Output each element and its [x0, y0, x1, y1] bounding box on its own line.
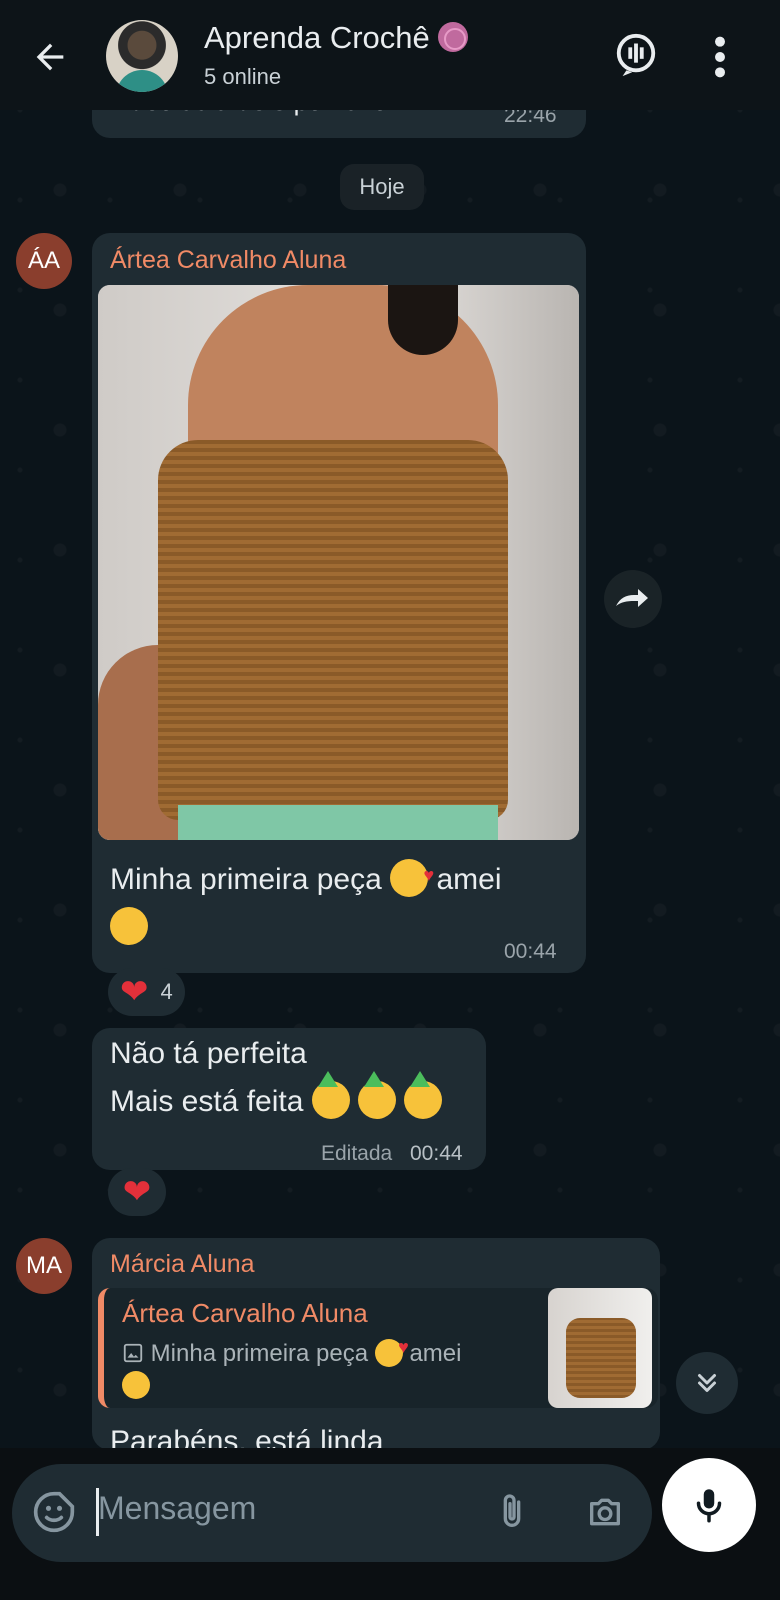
pleading-face-emoji-icon — [110, 907, 148, 945]
smiling-hearts-emoji-icon — [390, 851, 434, 899]
party-face-emoji-icon — [358, 1071, 397, 1119]
yarn-emoji-icon — [437, 22, 468, 52]
back-arrow-icon[interactable] — [30, 37, 70, 77]
voice-chat-icon[interactable] — [613, 32, 659, 78]
composer-bar: Mensagem — [0, 1448, 780, 1600]
sender-name[interactable]: Ártea Carvalho Aluna — [110, 246, 346, 275]
attach-icon[interactable] — [492, 1492, 532, 1532]
chat-title[interactable]: Aprenda Crochê — [204, 20, 468, 56]
quoted-sender: Ártea Carvalho Aluna — [122, 1298, 368, 1328]
message-text: Não tá perfeita Mais está feita — [110, 1030, 470, 1126]
date-divider: Hoje — [340, 164, 424, 210]
message-photo[interactable] — [98, 285, 579, 840]
online-status: 5 online — [204, 64, 282, 89]
reaction-chip[interactable]: ❤ — [108, 1168, 166, 1216]
sender-name[interactable]: Márcia Aluna — [110, 1250, 255, 1279]
forward-icon — [616, 589, 648, 607]
camera-icon[interactable] — [584, 1492, 626, 1532]
message-text: Parabéns, está linda — [110, 1425, 384, 1448]
party-face-emoji-icon — [311, 1071, 350, 1119]
scroll-down-button[interactable] — [676, 1352, 738, 1414]
pleading-face-emoji-icon — [122, 1371, 150, 1399]
image-icon — [123, 1343, 143, 1363]
message-time: 00:44 — [504, 940, 557, 963]
group-avatar[interactable] — [106, 20, 178, 92]
message-text: Minha primeira peça amei — [110, 851, 560, 952]
scroll-down-icon — [698, 1374, 716, 1392]
heart-icon: ❤ — [122, 1173, 152, 1211]
sender-avatar[interactable]: MA — [16, 1238, 72, 1294]
voice-record-button[interactable] — [662, 1458, 756, 1552]
chat-header: Aprenda Crochê 5 online — [0, 0, 780, 110]
reaction-chip[interactable]: ❤ 4 — [108, 968, 185, 1016]
mic-icon — [696, 1489, 722, 1523]
message-edited-label: Editada — [321, 1142, 393, 1165]
sender-avatar[interactable]: ÁA — [16, 233, 72, 289]
party-face-emoji-icon — [404, 1071, 443, 1119]
more-vert-icon[interactable] — [713, 34, 727, 80]
quoted-text: Minha primeira peça amei — [122, 1331, 522, 1402]
message-input[interactable]: Mensagem — [12, 1464, 652, 1562]
quoted-photo-thumbnail — [548, 1288, 652, 1408]
message-time: 00:44 — [410, 1142, 463, 1165]
heart-icon: ❤ — [120, 973, 149, 1011]
sticker-icon[interactable] — [32, 1490, 76, 1534]
forward-button[interactable] — [604, 570, 662, 628]
message-placeholder: Mensagem — [98, 1490, 257, 1526]
smiling-hearts-emoji-icon — [374, 1331, 409, 1367]
